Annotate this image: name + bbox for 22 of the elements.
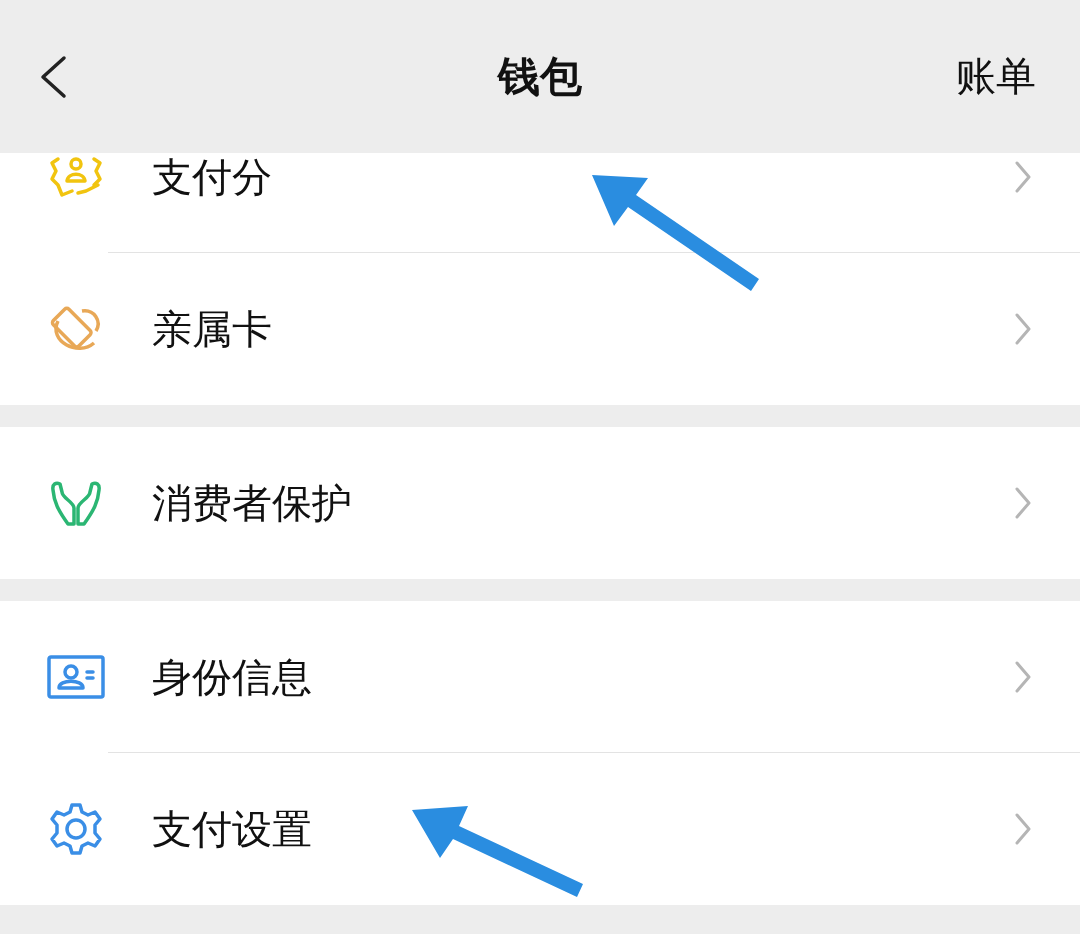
page-title: 钱包 bbox=[496, 50, 583, 103]
hands-icon bbox=[48, 478, 104, 528]
menu-item[interactable]: 消费者保护 bbox=[0, 427, 1080, 579]
item-label: 支付分 bbox=[152, 153, 272, 202]
menu-item[interactable]: 支付分 bbox=[0, 153, 1080, 253]
menu-item[interactable]: 亲属卡 bbox=[0, 253, 1080, 405]
id-card-icon bbox=[47, 655, 105, 699]
badge-icon bbox=[48, 155, 104, 199]
chevron-icon bbox=[1014, 312, 1032, 346]
chevron-icon bbox=[1014, 660, 1032, 694]
menu-item[interactable]: 支付设置 bbox=[0, 753, 1080, 905]
settings-icon bbox=[48, 801, 104, 857]
item-label: 身份信息 bbox=[152, 652, 312, 702]
chevron-icon bbox=[1014, 160, 1032, 194]
menu-item[interactable]: 身份信息 bbox=[0, 601, 1080, 753]
chevron-icon bbox=[1014, 486, 1032, 520]
back-icon[interactable] bbox=[38, 54, 68, 99]
item-label: 支付设置 bbox=[152, 804, 312, 854]
bill-link[interactable]: 账单 bbox=[956, 49, 1036, 104]
item-label: 消费者保护 bbox=[152, 478, 352, 528]
item-label: 亲属卡 bbox=[152, 304, 272, 354]
chevron-icon bbox=[1014, 812, 1032, 846]
